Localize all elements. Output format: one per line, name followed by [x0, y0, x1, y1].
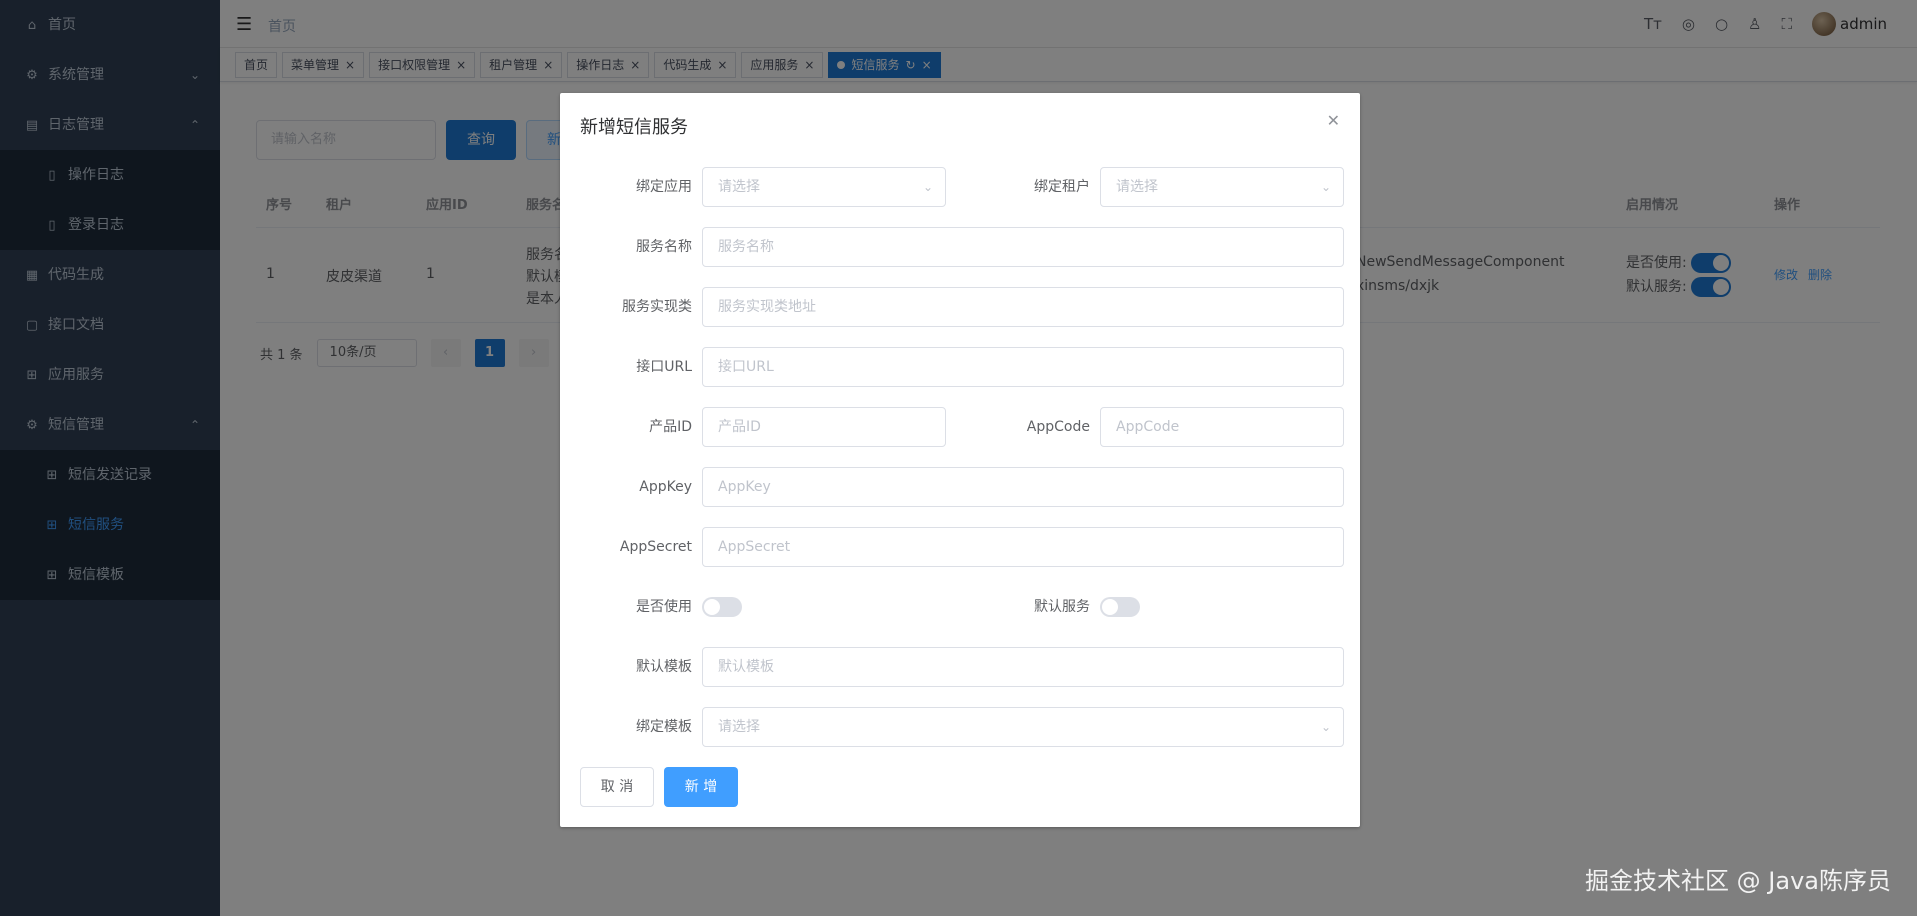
field-label: 绑定模板	[636, 719, 692, 735]
form-row: 接口URL 接口URL	[580, 347, 1344, 387]
app-key-input[interactable]: AppKey	[702, 467, 1344, 507]
form-row: 绑定应用 请选择 ⌄ 绑定租户 请选择 ⌄	[580, 167, 1344, 207]
service-impl-input[interactable]: 服务实现类地址	[702, 287, 1344, 327]
chevron-down-icon: ⌄	[1320, 180, 1331, 194]
form-row: 服务名称 服务名称	[580, 227, 1344, 267]
field-label: 默认服务	[1034, 599, 1090, 615]
form-row: 默认模板 默认模板	[580, 647, 1344, 687]
watermark: 掘金技术社区 @ Java陈序员	[1585, 867, 1891, 895]
submit-button[interactable]: 新 增	[664, 767, 738, 807]
chevron-down-icon: ⌄	[922, 180, 933, 194]
form-row: AppSecret AppSecret	[580, 527, 1344, 567]
service-name-input[interactable]: 服务名称	[702, 227, 1344, 267]
add-sms-service-dialog: 新增短信服务 ✕ 绑定应用 请选择 ⌄ 绑定租户 请选择 ⌄ 服务名称 服务名称 服…	[560, 93, 1360, 827]
default-template-input[interactable]: 默认模板	[702, 647, 1344, 687]
field-label: 产品ID	[649, 419, 692, 435]
cancel-button[interactable]: 取 消	[580, 767, 654, 807]
app-secret-input[interactable]: AppSecret	[702, 527, 1344, 567]
is-default-switch[interactable]	[1100, 597, 1140, 617]
field-label: 绑定应用	[636, 179, 692, 195]
select-placeholder: 请选择	[718, 719, 760, 735]
chevron-down-icon: ⌄	[1320, 720, 1331, 734]
field-label: 服务名称	[636, 239, 692, 255]
field-label: 绑定租户	[1034, 179, 1090, 195]
app-code-input[interactable]: AppCode	[1100, 407, 1344, 447]
bind-app-select[interactable]: 请选择 ⌄	[702, 167, 946, 207]
close-icon[interactable]: ✕	[1327, 111, 1340, 130]
field-label: 默认模板	[636, 659, 692, 675]
select-placeholder: 请选择	[718, 179, 760, 195]
form-row: 绑定模板 请选择 ⌄	[580, 707, 1344, 747]
product-id-input[interactable]: 产品ID	[702, 407, 946, 447]
form-row: 是否使用 默认服务	[580, 587, 1340, 627]
dialog-title: 新增短信服务	[580, 117, 688, 138]
form-row: 服务实现类 服务实现类地址	[580, 287, 1344, 327]
field-label: 是否使用	[636, 599, 692, 615]
api-url-input[interactable]: 接口URL	[702, 347, 1344, 387]
field-label: 服务实现类	[622, 299, 692, 315]
bind-tenant-select[interactable]: 请选择 ⌄	[1100, 167, 1344, 207]
field-label: AppSecret	[619, 539, 692, 555]
is-enabled-switch[interactable]	[702, 597, 742, 617]
field-label: AppKey	[639, 479, 692, 495]
bind-template-select[interactable]: 请选择 ⌄	[702, 707, 1344, 747]
form-row: AppKey AppKey	[580, 467, 1344, 507]
form-row: 产品ID 产品ID AppCode AppCode	[580, 407, 1344, 447]
field-label: AppCode	[1026, 419, 1090, 435]
select-placeholder: 请选择	[1116, 179, 1158, 195]
field-label: 接口URL	[636, 359, 692, 375]
